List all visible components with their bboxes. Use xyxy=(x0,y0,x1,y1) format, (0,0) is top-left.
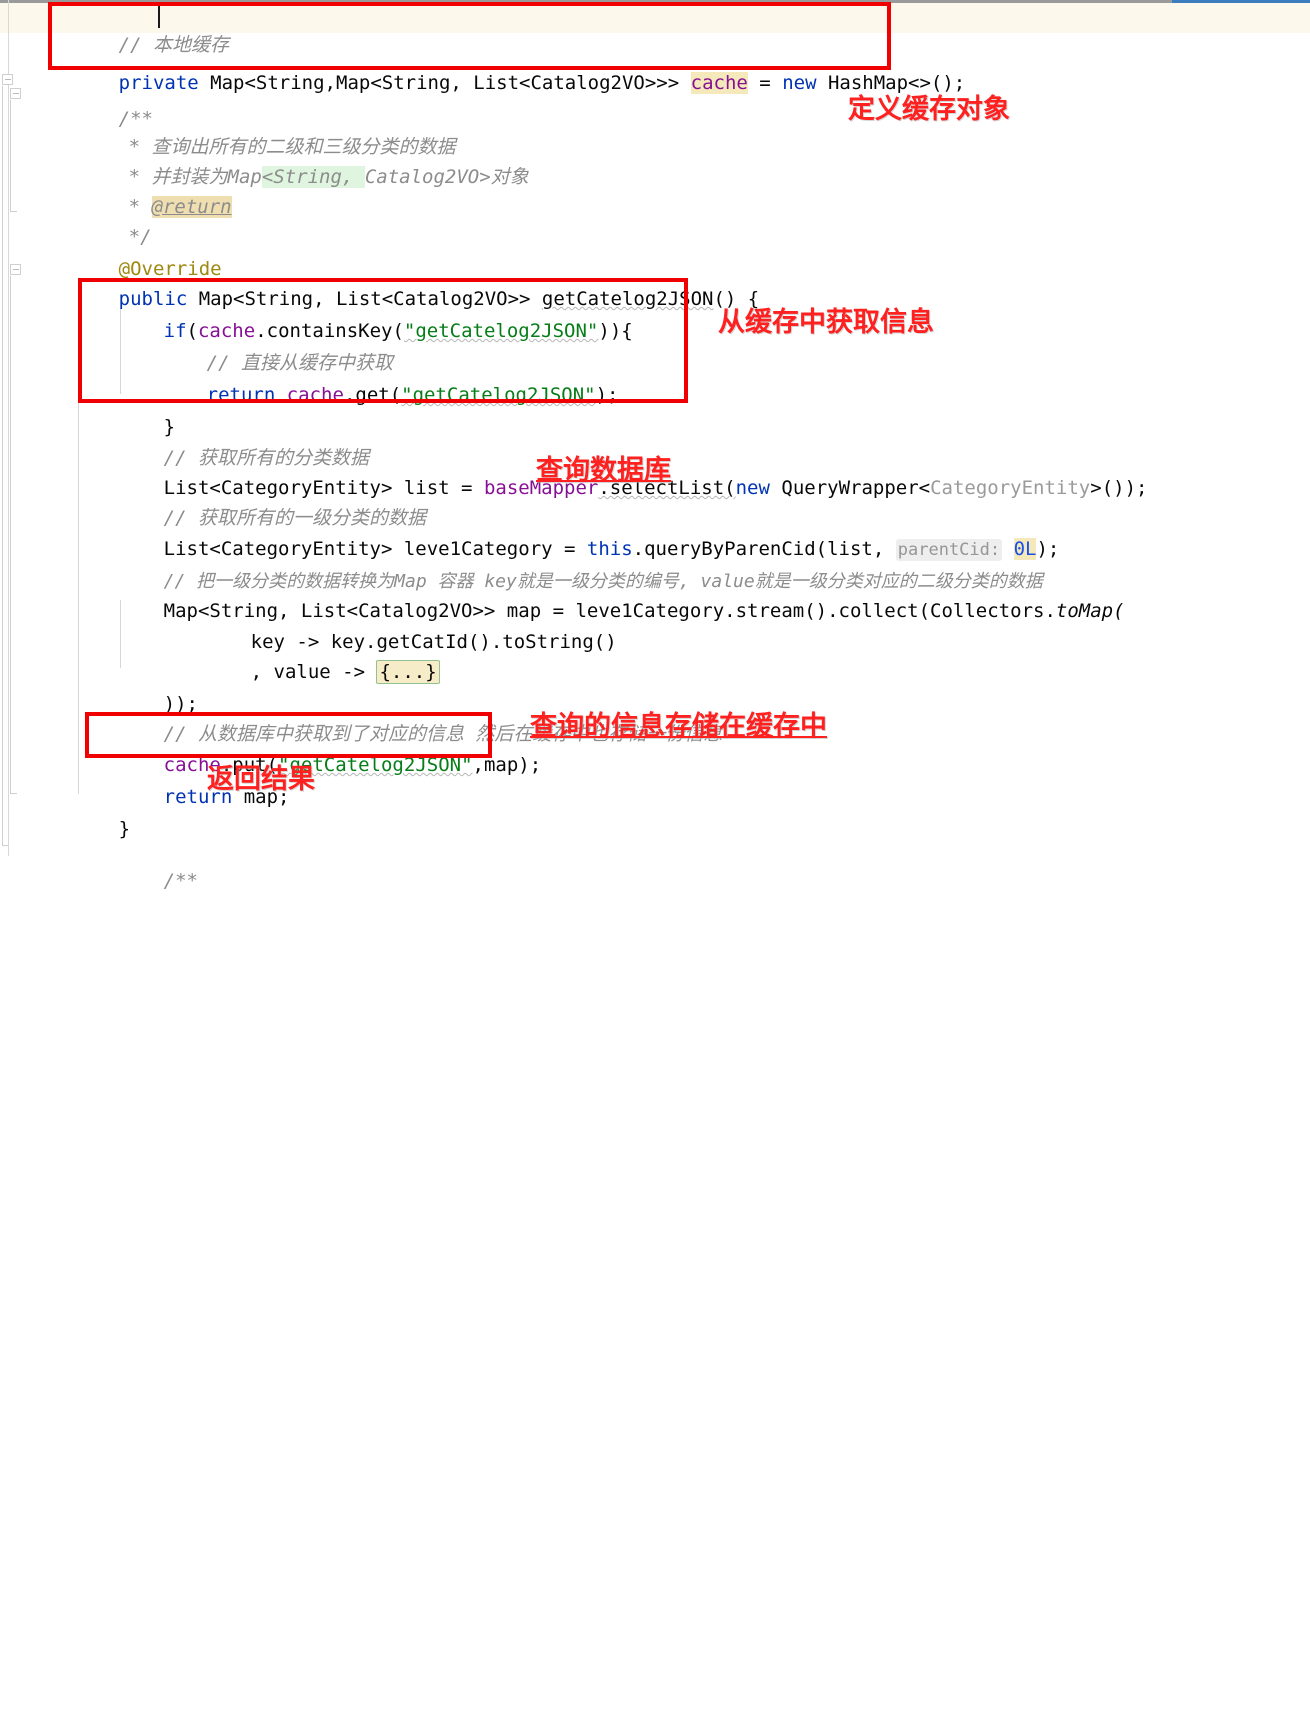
keyword-new: new xyxy=(782,72,817,94)
code-line-comment-direct-get[interactable]: // 直接从缓存中获取 xyxy=(138,318,393,374)
code-line-javadoc-desc-2[interactable]: * 并封装为Map<String, Catalog2VO>对象 xyxy=(60,132,529,188)
folded-code-block[interactable]: {...} xyxy=(376,660,440,684)
lambda-value-prefix: , value -> xyxy=(250,661,377,683)
code-line-javadoc-open[interactable]: /** xyxy=(50,74,153,130)
code-line-method-close-brace[interactable]: } xyxy=(50,784,130,840)
javadoc-generic-string: <String, xyxy=(261,166,354,188)
keyword-new-querywrapper: new xyxy=(735,477,770,499)
code-line-comment-all-categories[interactable]: // 获取所有的分类数据 xyxy=(95,413,369,469)
javadoc-description-line-2-suffix: Catalog2VO>对象 xyxy=(364,166,529,188)
annotation-store-into-cache: 查询的信息存储在缓存中 xyxy=(530,711,827,742)
code-line-collect-close[interactable]: )); xyxy=(95,659,198,715)
code-line-comment-level1-categories[interactable]: // 获取所有的一级分类的数据 xyxy=(95,473,426,529)
code-line-javadoc-return[interactable]: * @return xyxy=(60,162,232,218)
cache-put-args: ,map); xyxy=(472,754,542,776)
code-line-local-cache-comment[interactable]: // 本地缓存 xyxy=(50,0,229,56)
constructor-hashmap: HashMap<>(); xyxy=(827,72,966,94)
code-line-if-close-brace[interactable]: } xyxy=(95,382,175,438)
code-line-lambda-key[interactable]: key -> key.getCatId().toString() xyxy=(182,597,617,653)
code-line-query-by-parent-cid[interactable]: List<CategoryEntity> leve1Category = thi… xyxy=(95,504,1059,561)
return-cache-tail: ); xyxy=(595,384,619,406)
annotation-return-result: 返回结果 xyxy=(207,764,315,795)
annotation-query-database: 查询数据库 xyxy=(536,455,671,486)
keyword-return-cache: return xyxy=(206,384,276,406)
text-caret xyxy=(158,6,160,28)
if-close-tokens: )){ xyxy=(598,320,633,342)
code-line-javadoc-desc-1[interactable]: * 查询出所有的二级和三级分类的数据 xyxy=(60,102,456,158)
javadoc-tag-return: @return xyxy=(151,196,232,218)
code-editor[interactable]: // 本地缓存 private Map<String,Map<String, L… xyxy=(0,0,1310,892)
code-line-cache-declaration[interactable]: private Map<String,Map<String, List<Cata… xyxy=(50,38,965,94)
code-line-javadoc-close[interactable]: */ xyxy=(60,192,152,248)
type-querywrapper-prefix: QueryWrapper< xyxy=(769,477,931,499)
operator-assign: = xyxy=(759,72,771,94)
code-line-override-annotation[interactable]: @Override xyxy=(50,224,222,280)
field-cache-ref-get: cache xyxy=(286,384,344,406)
string-literal-cache-key-2: "getCatelog2JSON" xyxy=(401,384,596,406)
method-call-get: .get( xyxy=(343,384,402,406)
generic-type-categoryentity: CategoryEntity xyxy=(930,477,1091,499)
annotation-get-from-cache: 从缓存中获取信息 xyxy=(718,307,934,338)
type-querywrapper-suffix: >()); xyxy=(1090,477,1148,499)
code-line-method-signature[interactable]: public Map<String, List<Catalog2VO>> get… xyxy=(50,254,760,310)
javadoc-open-next: /** xyxy=(163,870,198,892)
string-literal-cache-key-1: "getCatelog2JSON" xyxy=(403,320,599,342)
annotation-define-cache-object: 定义缓存对象 xyxy=(848,94,1010,125)
code-line-collectors-tomap[interactable]: Map<String, List<Catalog2VO>> map = leve… xyxy=(95,566,1125,622)
code-line-comment-convert-to-map[interactable]: // 把一级分类的数据转换为Map 容器 key就是一级分类的编号, value… xyxy=(95,536,1043,592)
code-line-next-javadoc-open[interactable]: /** xyxy=(95,836,198,892)
type-map-generic: Map<String,Map<String, List<Catalog2VO>>… xyxy=(210,72,680,94)
code-line-return-cache-get[interactable]: return cache.get("getCatelog2JSON"); xyxy=(138,350,619,406)
javadoc-generic-space xyxy=(353,166,365,188)
code-line-lambda-value[interactable]: , value -> {...} xyxy=(182,627,440,684)
code-line-if-contains-key[interactable]: if(cache.containsKey("getCatelog2JSON"))… xyxy=(95,286,633,342)
field-cache: cache xyxy=(690,72,748,94)
code-line-cache-put[interactable]: cache.put("getCatelog2JSON",map); xyxy=(95,720,542,776)
method-call-tomap: toMap( xyxy=(1055,600,1125,622)
